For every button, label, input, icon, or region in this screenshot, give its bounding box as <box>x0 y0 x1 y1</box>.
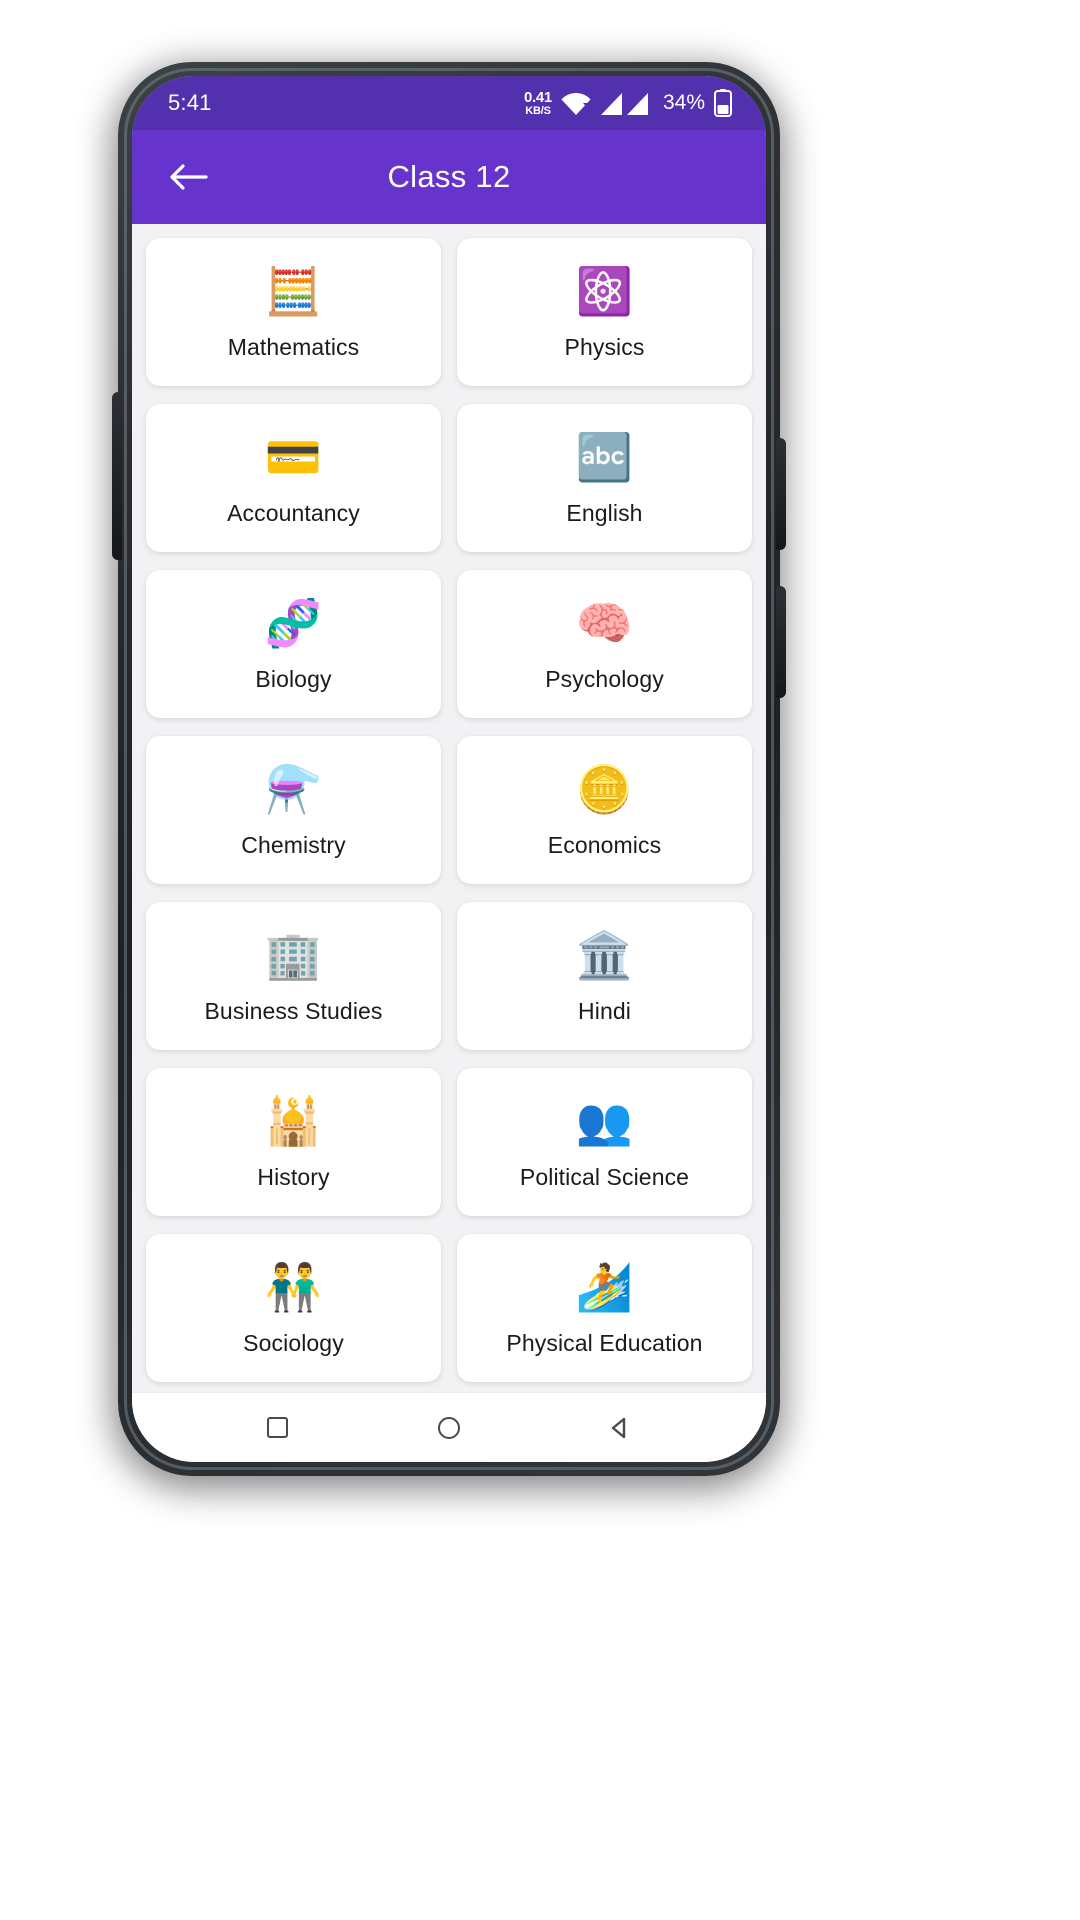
back-arrow-icon[interactable] <box>160 149 216 205</box>
recents-square-icon[interactable] <box>255 1405 301 1451</box>
abc-letters-icon: 🔤 <box>575 430 634 483</box>
screenshot-root: 5:41 0.41 KB/S 34% Class 12 🧮 Mathematic… <box>0 0 1080 1920</box>
power-button[interactable] <box>776 438 786 550</box>
atom-icon: ⚛️ <box>575 264 634 317</box>
two-people-icon: 👬 <box>264 1260 323 1313</box>
home-circle-icon[interactable] <box>426 1405 472 1451</box>
subject-card-label: Mathematics <box>227 333 360 360</box>
subject-card-label: Psychology <box>545 665 664 692</box>
phone-screen: 5:41 0.41 KB/S 34% Class 12 🧮 Mathematic… <box>132 76 766 1462</box>
subject-card-label: Chemistry <box>241 831 346 858</box>
subject-card-english[interactable]: 🔤 English <box>457 404 752 552</box>
subject-card-economics[interactable]: 🪙 Economics <box>457 736 752 884</box>
page-title: Class 12 <box>387 159 511 194</box>
status-bar-clock: 5:41 <box>168 90 212 115</box>
subject-card-label: Political Science <box>519 1163 690 1190</box>
subject-card-biology[interactable]: 🧬 Biology <box>146 570 441 718</box>
subject-card-business-studies[interactable]: 🏢 Business Studies <box>146 902 441 1050</box>
subject-card-label: Hindi <box>578 997 631 1024</box>
dna-icon: 🧬 <box>264 596 323 649</box>
subject-card-label: Accountancy <box>227 499 360 526</box>
volume-rocker-button[interactable] <box>112 392 122 560</box>
group-people-icon: 👥 <box>575 1094 634 1147</box>
signal-bars-icon <box>600 90 652 116</box>
surfer-icon: 🏄 <box>575 1260 634 1313</box>
flask-icon: ⚗️ <box>264 762 323 815</box>
recents-square-glyph <box>267 1417 289 1438</box>
subject-card-label: Economics <box>547 831 662 858</box>
subject-list-scroll-area[interactable]: 🧮 Mathematics ⚛️ Physics 💳 Accountancy 🔤… <box>132 224 766 1392</box>
network-speed-unit: KB/S <box>525 104 551 117</box>
subject-card-hindi[interactable]: 🏛️ Hindi <box>457 902 752 1050</box>
status-bar-icons: 0.41 KB/S 34% <box>524 89 732 117</box>
subject-card-label: Business Studies <box>204 997 383 1024</box>
subject-card-accountancy[interactable]: 💳 Accountancy <box>146 404 441 552</box>
subject-card-psychology[interactable]: 🧠 Psychology <box>457 570 752 718</box>
taj-mahal-icon: 🕌 <box>264 1094 323 1147</box>
subject-card-mathematics[interactable]: 🧮 Mathematics <box>146 238 441 386</box>
credit-card-icon: 💳 <box>264 430 323 483</box>
network-speed-value: 0.41 <box>523 88 552 106</box>
battery-percent-label: 34% <box>662 91 705 114</box>
subject-card-sociology[interactable]: 👬 Sociology <box>146 1234 441 1382</box>
office-building-icon: 🏢 <box>264 928 323 981</box>
network-speed-indicator: 0.41 KB/S <box>524 90 552 117</box>
status-bar: 5:41 0.41 KB/S 34% <box>132 76 766 130</box>
subject-grid: 🧮 Mathematics ⚛️ Physics 💳 Accountancy 🔤… <box>132 224 766 1392</box>
subject-card-label: Biology <box>255 665 332 692</box>
subject-card-label: History <box>257 1163 330 1190</box>
wifi-icon <box>561 90 591 116</box>
subject-card-label: Physical Education <box>506 1329 703 1356</box>
subject-card-chemistry[interactable]: ⚗️ Chemistry <box>146 736 441 884</box>
classical-building-icon: 🏛️ <box>575 928 634 981</box>
subject-card-label: Physics <box>564 333 645 360</box>
brain-icon: 🧠 <box>575 596 634 649</box>
back-triangle-icon[interactable] <box>597 1405 643 1451</box>
subject-card-political-science[interactable]: 👥 Political Science <box>457 1068 752 1216</box>
app-bar: Class 12 <box>132 130 766 224</box>
android-navigation-bar <box>132 1392 766 1462</box>
calculator-icon: 🧮 <box>264 264 323 317</box>
subject-card-history[interactable]: 🕌 History <box>146 1068 441 1216</box>
assistant-side-button[interactable] <box>776 586 786 698</box>
gold-bars-icon: 🪙 <box>575 762 634 815</box>
subject-card-label: English <box>566 499 643 526</box>
battery-icon <box>714 89 732 117</box>
subject-card-label: Sociology <box>243 1329 344 1356</box>
subject-card-physics[interactable]: ⚛️ Physics <box>457 238 752 386</box>
subject-card-physical-education[interactable]: 🏄 Physical Education <box>457 1234 752 1382</box>
home-circle-glyph <box>437 1416 460 1439</box>
